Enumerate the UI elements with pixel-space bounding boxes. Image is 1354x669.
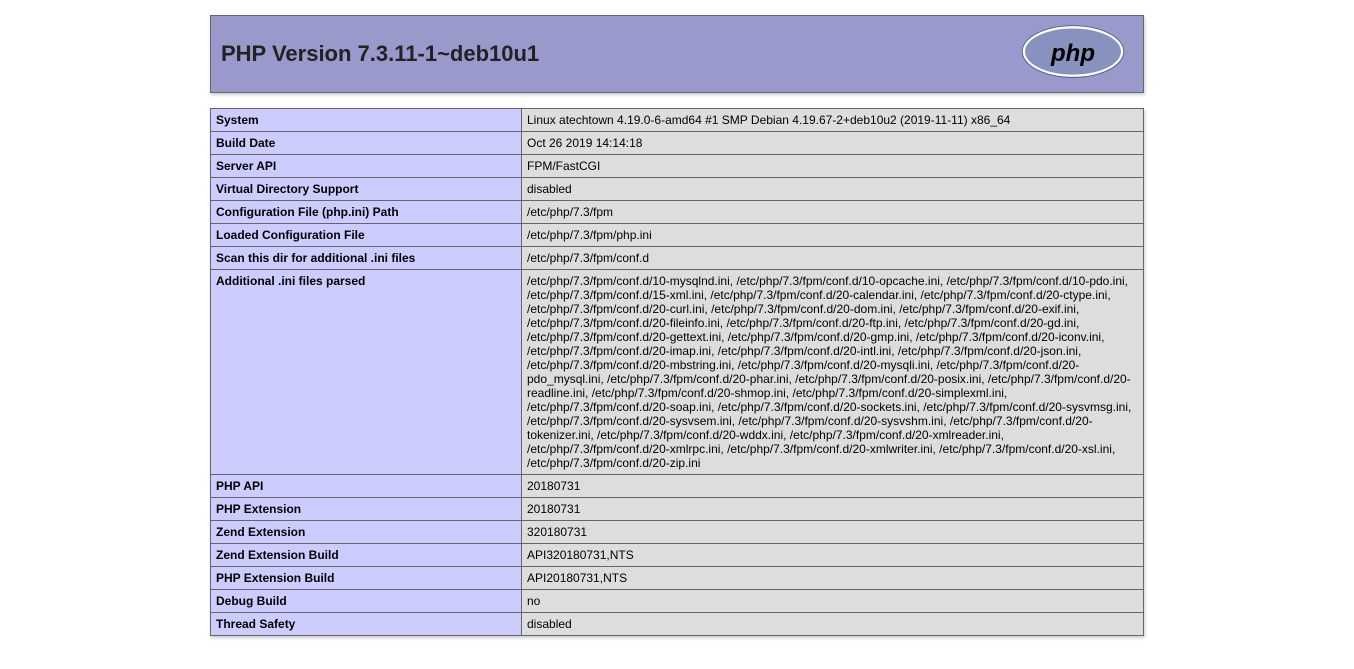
info-key: Configuration File (php.ini) Path [211, 201, 522, 224]
table-row: Build DateOct 26 2019 14:14:18 [211, 132, 1144, 155]
table-row: PHP Extension BuildAPI20180731,NTS [211, 567, 1144, 590]
info-key: Build Date [211, 132, 522, 155]
info-value: Oct 26 2019 14:14:18 [522, 132, 1144, 155]
phpinfo-container: PHP Version 7.3.11-1~deb10u1 php SystemL… [210, 0, 1144, 636]
info-value: /etc/php/7.3/fpm [522, 201, 1144, 224]
table-row: Debug Buildno [211, 590, 1144, 613]
info-key: Debug Build [211, 590, 522, 613]
table-row: Virtual Directory Supportdisabled [211, 178, 1144, 201]
info-key: System [211, 109, 522, 132]
info-key: PHP API [211, 475, 522, 498]
info-value: API20180731,NTS [522, 567, 1144, 590]
info-key: Thread Safety [211, 613, 522, 636]
info-value: /etc/php/7.3/fpm/php.ini [522, 224, 1144, 247]
info-value: disabled [522, 178, 1144, 201]
table-row: SystemLinux atechtown 4.19.0-6-amd64 #1 … [211, 109, 1144, 132]
info-value: disabled [522, 613, 1144, 636]
info-value: /etc/php/7.3/fpm/conf.d/10-mysqlnd.ini, … [522, 270, 1144, 475]
table-row: Zend Extension BuildAPI320180731,NTS [211, 544, 1144, 567]
info-value: FPM/FastCGI [522, 155, 1144, 178]
info-key: Loaded Configuration File [211, 224, 522, 247]
info-value: Linux atechtown 4.19.0-6-amd64 #1 SMP De… [522, 109, 1144, 132]
table-row: Scan this dir for additional .ini files/… [211, 247, 1144, 270]
info-value: /etc/php/7.3/fpm/conf.d [522, 247, 1144, 270]
php-logo-icon: php [1013, 22, 1133, 87]
info-table: SystemLinux atechtown 4.19.0-6-amd64 #1 … [210, 108, 1144, 636]
svg-text:php: php [1050, 39, 1095, 66]
info-key: Scan this dir for additional .ini files [211, 247, 522, 270]
table-row: PHP API20180731 [211, 475, 1144, 498]
info-value: 20180731 [522, 498, 1144, 521]
table-row: Configuration File (php.ini) Path/etc/ph… [211, 201, 1144, 224]
info-value: 320180731 [522, 521, 1144, 544]
info-key: Zend Extension Build [211, 544, 522, 567]
info-key: Server API [211, 155, 522, 178]
info-key: PHP Extension [211, 498, 522, 521]
header-table: PHP Version 7.3.11-1~deb10u1 php [210, 15, 1144, 93]
table-row: Zend Extension320180731 [211, 521, 1144, 544]
info-key: Zend Extension [211, 521, 522, 544]
table-row: Thread Safetydisabled [211, 613, 1144, 636]
info-key: PHP Extension Build [211, 567, 522, 590]
table-row: PHP Extension20180731 [211, 498, 1144, 521]
info-value: no [522, 590, 1144, 613]
table-row: Server APIFPM/FastCGI [211, 155, 1144, 178]
page-title: PHP Version 7.3.11-1~deb10u1 [221, 41, 539, 67]
info-value: 20180731 [522, 475, 1144, 498]
table-row: Additional .ini files parsed/etc/php/7.3… [211, 270, 1144, 475]
info-key: Virtual Directory Support [211, 178, 522, 201]
info-value: API320180731,NTS [522, 544, 1144, 567]
info-key: Additional .ini files parsed [211, 270, 522, 475]
table-row: Loaded Configuration File/etc/php/7.3/fp… [211, 224, 1144, 247]
